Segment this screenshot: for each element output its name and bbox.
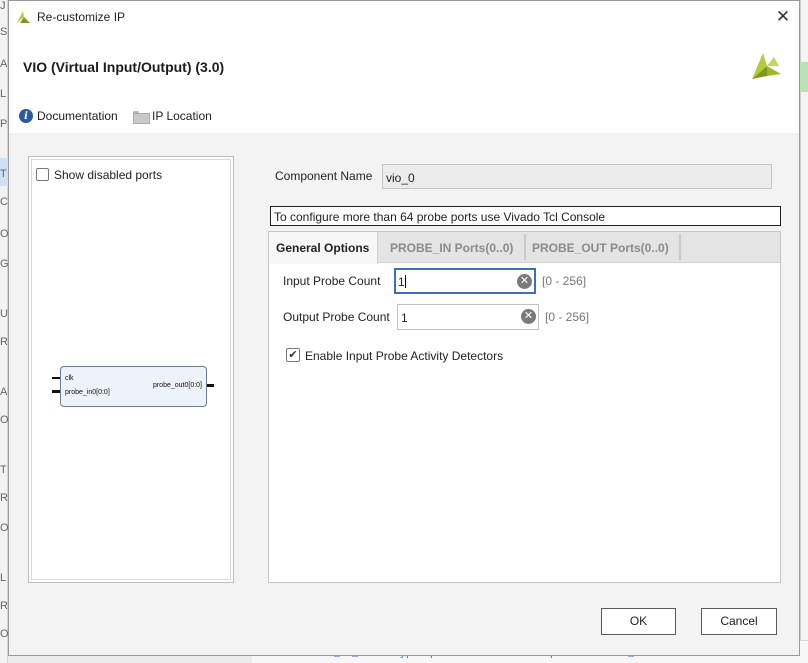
ip-symbol-preview: Show disabled ports clk probe_in0[0:0] p…: [28, 156, 234, 583]
ip-location-link[interactable]: IP Location: [133, 109, 212, 124]
input-probe-count-range: [0 - 256]: [542, 274, 587, 288]
tab-general-options[interactable]: General Options: [269, 232, 378, 264]
background-left-panel: J S A L P T C O G U R A O T R O L R O: [0, 0, 8, 663]
pin-label-probe-out0: probe_out0[0:0]: [152, 382, 202, 389]
background-tree-letter: O: [0, 628, 8, 640]
background-tree-letter: J: [0, 0, 6, 12]
output-probe-count-label: Output Probe Count: [283, 310, 390, 324]
documentation-link[interactable]: i Documentation: [19, 109, 118, 123]
background-tree-letter: R: [0, 492, 8, 504]
clear-icon[interactable]: ✕: [517, 274, 532, 289]
documentation-label: Documentation: [37, 109, 118, 123]
component-name-field[interactable]: vio_0: [382, 164, 772, 189]
background-tree-letter: T: [0, 168, 7, 180]
ip-location-label: IP Location: [152, 109, 212, 123]
enable-activity-detectors-checkbox[interactable]: ✔: [286, 348, 300, 362]
input-probe-count-label: Input Probe Count: [283, 274, 381, 288]
background-tree-letter: A: [0, 58, 8, 70]
output-probe-count-field[interactable]: 1 ✕: [397, 304, 539, 330]
recustomize-ip-dialog: Re-customize IP ✕ VIO (Virtual Input/Out…: [8, 0, 800, 656]
background-tree-letter: P: [0, 118, 8, 130]
folder-icon: [133, 110, 150, 124]
ip-title: VIO (Virtual Input/Output) (3.0): [23, 59, 225, 75]
background-tree-letter: U: [0, 308, 8, 320]
output-probe-count-value: 1: [401, 311, 408, 325]
component-name-label: Component Name: [275, 169, 373, 183]
background-tree-letter: O: [0, 522, 8, 534]
pin-label-probe-in0: probe_in0[0:0]: [65, 389, 110, 396]
preview-canvas: Show disabled ports clk probe_in0[0:0] p…: [31, 159, 231, 580]
pin-label-clk: clk: [65, 375, 74, 382]
probe-port-notice: To configure more than 64 probe ports us…: [270, 206, 781, 226]
background-tree-letter: O: [0, 228, 8, 240]
background-tree-letter: G: [0, 258, 8, 270]
pin-clk: [52, 377, 60, 379]
close-button[interactable]: ✕: [773, 7, 793, 27]
input-probe-count-value: 1: [398, 275, 405, 289]
background-tree-letter: O: [0, 414, 8, 426]
show-disabled-ports-label: Show disabled ports: [54, 168, 163, 182]
background-tree-letter: T: [0, 464, 7, 476]
titlebar: Re-customize IP ✕: [9, 1, 799, 33]
clear-icon[interactable]: ✕: [521, 309, 536, 324]
background-tree-letter: L: [0, 572, 7, 584]
show-disabled-ports-checkbox[interactable]: [36, 168, 49, 181]
pin-probe-out0: [207, 384, 214, 387]
input-probe-count-field[interactable]: 1 ✕: [394, 268, 536, 294]
background-tree-letter: R: [0, 600, 8, 612]
background-right-panel: [800, 0, 808, 663]
output-probe-count-range: [0 - 256]: [545, 310, 590, 324]
text-caret: [404, 275, 406, 288]
dialog-title: Re-customize IP: [37, 10, 126, 24]
info-icon: i: [19, 109, 33, 123]
background-green-button: [800, 62, 808, 92]
ok-button[interactable]: OK: [601, 608, 676, 635]
tab-separator: [679, 234, 681, 260]
enable-activity-detectors-label: Enable Input Probe Activity Detectors: [305, 349, 504, 363]
dialog-header: VIO (Virtual Input/Output) (3.0) i Docum…: [9, 33, 799, 133]
xilinx-logo-icon: [752, 53, 781, 79]
tab-probe-in-ports[interactable]: PROBE_IN Ports(0..0): [390, 232, 520, 263]
vio-block-symbol[interactable]: clk probe_in0[0:0] probe_out0[0:0]: [60, 366, 207, 407]
background-tree-letter: A: [0, 386, 8, 398]
pin-probe-in0: [52, 390, 60, 393]
background-tree-letter: L: [0, 88, 7, 100]
background-tree-letter: R: [0, 336, 8, 348]
cancel-button[interactable]: Cancel: [701, 608, 777, 635]
xilinx-logo-icon: [17, 11, 30, 23]
background-tree-letter: C: [0, 196, 8, 208]
tab-bar: General Options PROBE_IN Ports(0..0) PRO…: [269, 232, 780, 264]
tab-probe-out-ports[interactable]: PROBE_OUT Ports(0..0): [532, 232, 682, 263]
tab-separator: [524, 234, 526, 260]
background-tree-letter: S: [0, 26, 8, 38]
